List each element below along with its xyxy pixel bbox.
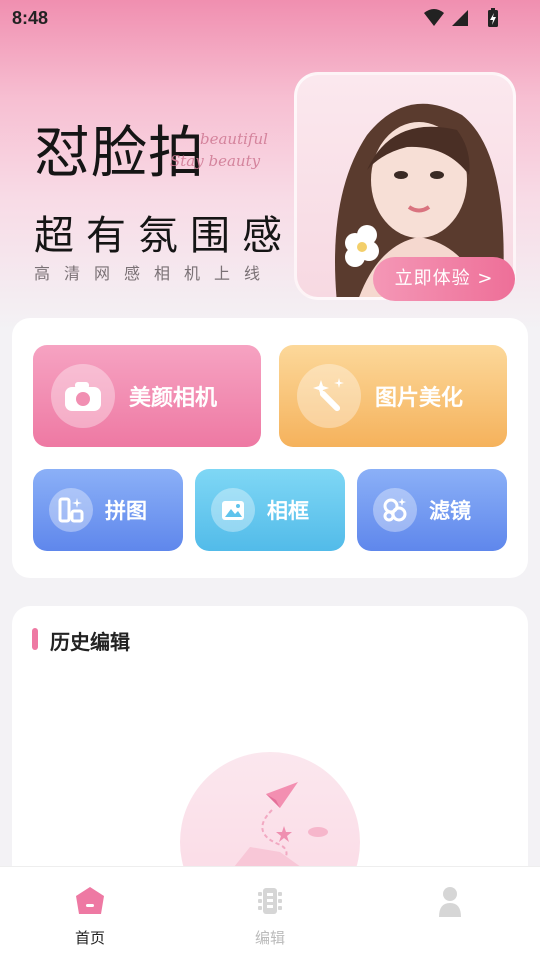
frame-button[interactable]: 相框	[195, 469, 345, 551]
app-screen: 8:48 怼脸拍 beautiful Stay beauty 超有氛围感 高清网…	[0, 0, 540, 960]
history-title: 历史编辑	[50, 630, 130, 654]
nav-home[interactable]: 首页	[40, 867, 140, 960]
frame-label: 相框	[267, 499, 309, 523]
bottom-navigation: 首页 编辑	[0, 866, 540, 960]
beauty-camera-label: 美颜相机	[129, 386, 218, 411]
camera-icon	[51, 364, 115, 428]
collage-button[interactable]: 拼图	[33, 469, 183, 551]
banner-script-line1: beautiful	[200, 130, 268, 148]
magic-wand-icon	[297, 364, 361, 428]
history-accent-bar	[32, 628, 38, 650]
tools-panel: 美颜相机 图片美化 拼图 相框 滤镜	[12, 318, 528, 578]
filter-icon	[373, 488, 417, 532]
home-icon	[76, 887, 104, 914]
photo-beautify-label: 图片美化	[375, 386, 464, 411]
status-time: 8:48	[12, 8, 49, 28]
nav-edit[interactable]: 编辑	[220, 867, 320, 960]
photo-beautify-button[interactable]: 图片美化	[279, 345, 507, 447]
battery-icon	[488, 8, 498, 27]
history-section: 历史编辑	[12, 606, 528, 906]
profile-icon	[439, 887, 461, 917]
filter-button[interactable]: 滤镜	[357, 469, 507, 551]
banner-script-line2: Stay beauty	[170, 152, 261, 170]
banner-script-text: beautiful Stay beauty	[150, 128, 268, 172]
try-now-button[interactable]: 立即体验 >	[373, 257, 515, 301]
nav-edit-label: 编辑	[254, 929, 285, 947]
nav-home-label: 首页	[74, 929, 105, 947]
beauty-camera-button[interactable]: 美颜相机	[33, 345, 261, 447]
filter-label: 滤镜	[429, 499, 471, 523]
collage-label: 拼图	[105, 499, 147, 523]
picture-frame-icon	[211, 488, 255, 532]
edit-grid-icon	[258, 888, 282, 914]
status-icons	[424, 8, 498, 27]
wifi-icon	[424, 9, 444, 26]
collage-icon	[49, 488, 93, 532]
signal-icon	[452, 10, 468, 26]
banner-subtitle: 超有氛围感	[34, 213, 294, 259]
nav-profile[interactable]	[400, 867, 500, 960]
status-bar: 8:48	[0, 0, 540, 36]
banner-tagline: 高清网感相机上线	[34, 264, 275, 283]
